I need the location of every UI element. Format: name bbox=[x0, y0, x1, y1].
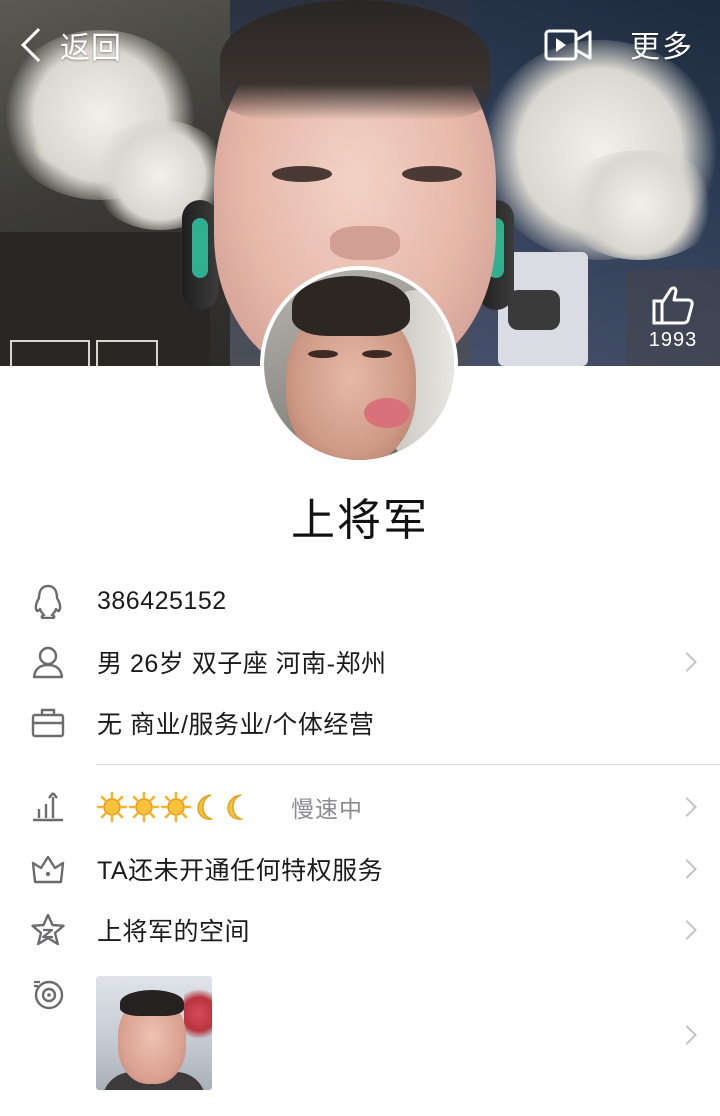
chevron-right-icon bbox=[677, 920, 697, 940]
level-status: 慢速中 bbox=[291, 796, 363, 822]
privilege-row[interactable]: TA还未开通任何特权服务 bbox=[0, 838, 720, 900]
qzone-star-icon bbox=[30, 912, 66, 948]
moments-camera-icon bbox=[30, 976, 66, 1012]
qq-number-row: 386425152 bbox=[0, 570, 720, 632]
thumbnail-hair bbox=[120, 990, 184, 1016]
video-call-button[interactable] bbox=[544, 26, 594, 64]
basic-info-text: 男 26岁 双子座 河南-郑州 bbox=[97, 650, 387, 678]
chevron-right-icon bbox=[677, 859, 697, 879]
sun-icon bbox=[129, 792, 159, 822]
crown-icon bbox=[30, 851, 66, 887]
sun-icon bbox=[97, 792, 127, 822]
thumbs-up-icon bbox=[652, 285, 694, 324]
cover-headphone-left bbox=[182, 200, 218, 310]
sun-icon bbox=[161, 792, 191, 822]
avatar-eye bbox=[362, 350, 392, 358]
chevron-left-icon bbox=[21, 28, 55, 62]
back-label: 返回 bbox=[60, 32, 122, 65]
level-indicator: 慢速中 bbox=[97, 790, 363, 824]
moments-thumbnail[interactable] bbox=[96, 976, 212, 1090]
profile-name: 上将军 bbox=[291, 496, 429, 545]
avatar-eye bbox=[308, 350, 338, 358]
cover-sign-box bbox=[10, 340, 90, 366]
avatar-hair bbox=[292, 276, 410, 336]
cover-nose bbox=[330, 226, 400, 260]
chevron-right-icon bbox=[677, 652, 697, 672]
qzone-row[interactable]: 上将军的空间 bbox=[0, 899, 720, 961]
cover-cow bbox=[508, 290, 560, 330]
chevron-right-icon bbox=[677, 797, 697, 817]
chevron-right-icon bbox=[677, 1025, 697, 1045]
cover-blossom bbox=[560, 150, 720, 260]
cover-sign-box bbox=[96, 340, 158, 366]
person-icon bbox=[30, 644, 66, 680]
like-button[interactable]: 1993 bbox=[626, 270, 720, 366]
more-button[interactable]: 更多 bbox=[630, 22, 694, 66]
level-row[interactable]: 慢速中 bbox=[0, 776, 720, 838]
cover-eye bbox=[272, 166, 332, 182]
level-chart-icon bbox=[30, 789, 66, 825]
job-row: 无 商业/服务业/个体经营 bbox=[0, 692, 720, 754]
avatar[interactable] bbox=[260, 266, 458, 464]
cover-eye bbox=[402, 166, 462, 182]
avatar-tongue bbox=[364, 398, 410, 428]
moon-icon bbox=[227, 794, 244, 820]
basic-info-row[interactable]: 男 26岁 双子座 河南-郑州 bbox=[0, 631, 720, 693]
video-camera-icon bbox=[544, 29, 592, 61]
avatar-photo bbox=[264, 270, 454, 460]
thumbnail-flower bbox=[184, 984, 212, 1044]
qzone-text: 上将军的空间 bbox=[97, 918, 251, 946]
qq-number: 386425152 bbox=[97, 586, 227, 615]
like-count: 1993 bbox=[648, 328, 698, 351]
penguin-icon bbox=[30, 583, 66, 619]
section-divider bbox=[96, 764, 720, 765]
briefcase-icon bbox=[30, 705, 66, 741]
back-button[interactable]: 返回 bbox=[16, 22, 122, 68]
job-text: 无 商业/服务业/个体经营 bbox=[97, 711, 375, 739]
moon-icon bbox=[197, 794, 214, 820]
top-bar: 返回 更多 bbox=[0, 0, 720, 92]
privilege-text: TA还未开通任何特权服务 bbox=[97, 857, 384, 885]
